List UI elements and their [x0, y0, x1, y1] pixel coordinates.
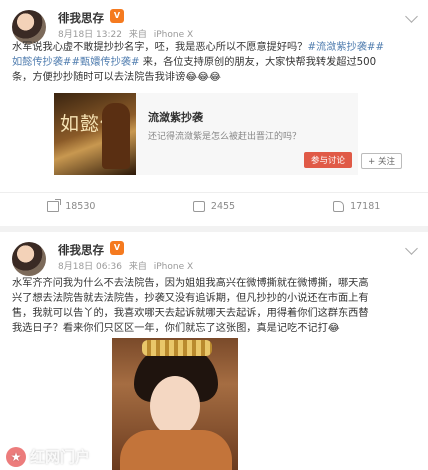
repost-button[interactable]: 18530	[0, 193, 143, 220]
hashtag-link[interactable]: #流潋紫抄袭##	[307, 42, 384, 53]
join-discussion-button[interactable]: 参与讨论	[303, 152, 352, 168]
text-line: 兴了想去法院告就去法院告，抄袭又没有追诉期，但凡抄抄的小说还在市面上有	[12, 293, 369, 304]
comment-button[interactable]: 2455	[143, 193, 286, 220]
action-bar: 18530 2455 17181	[0, 192, 428, 220]
post-source: iPhone X	[153, 30, 194, 40]
repost-count: 18530	[65, 201, 96, 212]
weibo-post-1: 徘我思存 V 8月18日 13:22 来自 iPhone X 水军说我心虚不敢提…	[0, 0, 428, 226]
like-button[interactable]: 17181	[285, 193, 428, 220]
vip-badge-icon: V	[110, 9, 124, 23]
vip-badge-icon: V	[110, 241, 124, 255]
comment-count: 2455	[210, 201, 236, 212]
cover-figure	[102, 103, 130, 169]
text-line: 售，我就可以告丫的，我喜欢哪天去起诉就哪天去起诉，用得着你们这群东西替	[12, 308, 369, 319]
follow-button[interactable]: + 关注	[361, 153, 402, 169]
post-photo[interactable]	[112, 338, 238, 470]
topic-desc: 还记得流潋紫是怎么被赶出晋江的吗？	[148, 132, 302, 142]
text-line: 条，方便抄抄随时可以去法院告我诽谤	[12, 72, 186, 83]
photo-headdress	[142, 340, 212, 356]
avatar[interactable]	[12, 242, 46, 276]
post-meta: 8月18日 06:36 来自 iPhone X	[58, 259, 197, 272]
source-prefix: 来自	[128, 30, 147, 40]
weibo-post-2: 徘我思存 V 8月18日 06:36 来自 iPhone X 水军齐齐问我为什么…	[0, 232, 428, 470]
username[interactable]: 徘我思存	[58, 242, 104, 258]
username[interactable]: 徘我思存	[58, 10, 104, 26]
repost-icon	[47, 199, 62, 212]
star-icon: ★	[6, 446, 26, 467]
watermark: ★ 红网门户	[6, 446, 90, 467]
like-icon	[333, 201, 345, 212]
chevron-down-icon[interactable]	[405, 242, 418, 255]
avatar[interactable]	[12, 10, 46, 44]
source-prefix: 来自	[128, 262, 147, 272]
comment-icon	[192, 201, 205, 212]
text-line: 来，各位支持原创的朋友，大家快帮我转发超过500	[139, 57, 377, 68]
post-date: 8月18日 13:22	[58, 30, 122, 40]
post-text: 水军说我心虚不敢提抄抄名字，呸，我是恶心所以不愿意提好吗？#流潋紫抄袭## 如懿…	[12, 40, 416, 85]
text-line: 水军说我心虚不敢提抄抄名字，呸，我是恶心所以不愿意提好吗？	[12, 42, 308, 53]
watermark-text: 红网门户	[30, 448, 91, 466]
emoji: 😂😂😂	[185, 72, 221, 83]
topic-card[interactable]: 如懿传 流潋紫抄袭 还记得流潋紫是怎么被赶出晋江的吗？ 参与讨论	[54, 93, 358, 175]
topic-title[interactable]: 流潋紫抄袭	[148, 109, 203, 125]
text-line: 水军齐齐问我为什么不去法院告，因为姐姐我高兴在微博撕就在微博撕，哪天高	[12, 278, 369, 289]
post-source: iPhone X	[153, 262, 194, 272]
photo-robe	[120, 430, 232, 470]
topic-cover-image: 如懿传	[54, 93, 136, 175]
chevron-down-icon[interactable]	[405, 10, 418, 23]
post-text: 水军齐齐问我为什么不去法院告，因为姐姐我高兴在微博撕就在微博撕，哪天高 兴了想去…	[12, 276, 416, 336]
like-count: 17181	[350, 201, 381, 212]
photo-face	[150, 376, 200, 436]
post-meta: 8月18日 13:22 来自 iPhone X	[58, 27, 197, 40]
hashtag-link[interactable]: 如懿传抄袭##甄嬛传抄袭#	[12, 57, 139, 68]
post-date: 8月18日 06:36	[58, 262, 122, 272]
text-line: 我选日子？看来你们只区区一年，你们就忘了这张图，真是记吃不记打😂	[12, 323, 340, 334]
